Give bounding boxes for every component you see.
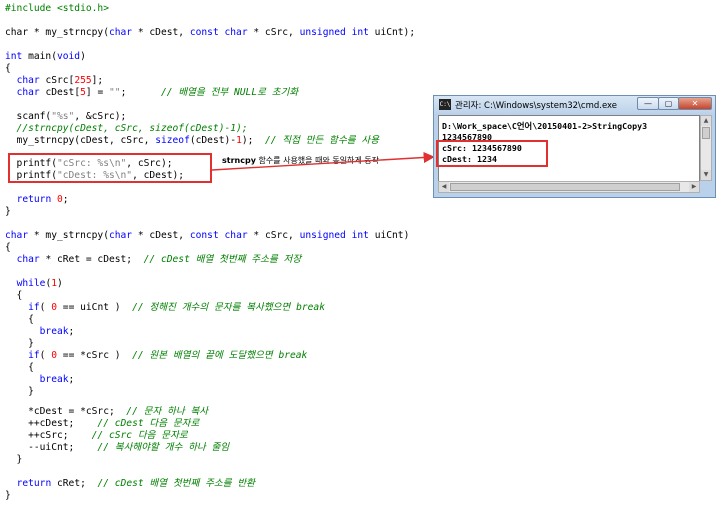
code-line-16: char * cRet = cDest; // cDest 배열 첫번째 주소를… [16, 254, 302, 265]
scroll-up-icon[interactable]: ▲ [701, 116, 711, 126]
code-line-23: if( 0 == *cSrc ) // 원본 배열의 끝에 도달했으면 brea… [28, 350, 308, 361]
cmd-window-title: 관리자: C:\Windows\system32\cmd.exe [455, 101, 618, 111]
scroll-left-icon[interactable]: ◀ [439, 182, 449, 192]
code-line-26: } [5, 386, 34, 397]
code-line-14: char * my_strncpy(char * cDest, const ch… [5, 230, 410, 241]
code-line-31: } [5, 454, 23, 465]
include-directive: #include <stdio.h> [5, 3, 109, 14]
cmd-titlebar[interactable]: C:\ 관리자: C:\Windows\system32\cmd.exe — ▢… [434, 96, 715, 114]
code-line-32: return cRet; // cDest 배열 첫번째 주소를 반환 [16, 478, 256, 489]
scroll-right-icon[interactable]: ▶ [689, 182, 699, 192]
code-line-33: } [5, 490, 11, 501]
code-line-13: } [5, 206, 11, 217]
code-line-9: my_strncpy(cDest, cSrc, sizeof(cDest)-1)… [5, 135, 380, 146]
minimize-button[interactable]: — [637, 97, 659, 110]
console-line-1: D:\Work_space\C언어\20150401-2>StringCopy3 [442, 121, 648, 131]
maximize-button[interactable]: ▢ [658, 97, 679, 110]
code-line-1: #include <stdio.h> [5, 2, 109, 16]
horizontal-scrollbar[interactable]: ◀ ▶ [438, 181, 700, 193]
scroll-down-icon[interactable]: ▼ [701, 170, 711, 180]
close-button[interactable]: ✕ [678, 97, 712, 110]
console-output-highlight-box [436, 140, 548, 167]
code-line-19: if( 0 == uiCnt ) // 정해진 개수의 문자를 복사했으면 br… [28, 302, 325, 313]
vertical-scroll-thumb[interactable] [702, 127, 710, 139]
cmd-window-icon: C:\ [439, 99, 451, 110]
code-line-30: --uiCnt; // 복사해야할 개수 하나 줄임 [5, 442, 230, 453]
code-line-3: int main(void) [5, 51, 86, 62]
annotation-text: strncpy 함수를 사용했을 때와 동일하게 동작 [222, 156, 380, 165]
code-line-6: char cDest[5] = ""; // 배열을 전부 NULL로 초기화 [16, 87, 299, 98]
horizontal-scroll-thumb[interactable] [450, 183, 680, 191]
vertical-scrollbar[interactable]: ▲ ▼ [700, 115, 712, 181]
code-line-12: return 0; [16, 194, 69, 205]
code-line-2: char * my_strncpy(char * cDest, const ch… [5, 27, 416, 38]
printf-highlight-box [8, 153, 212, 183]
